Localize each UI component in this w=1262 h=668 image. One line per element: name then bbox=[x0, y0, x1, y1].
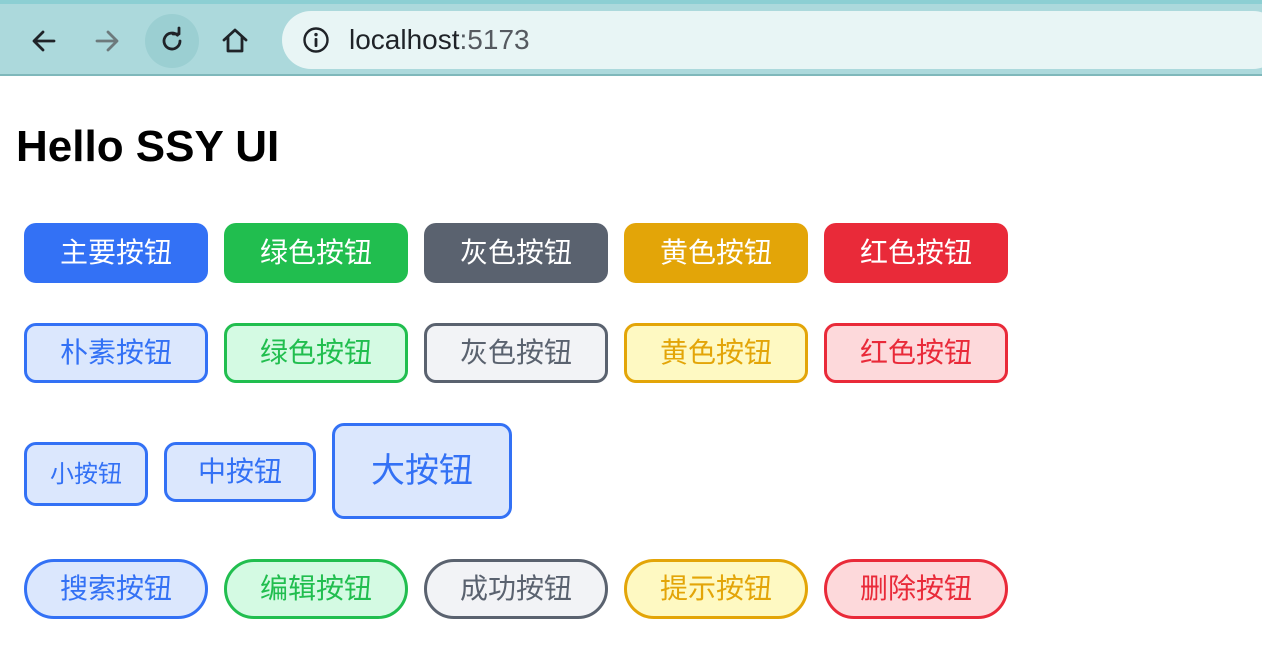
plain-danger-button[interactable]: 红色按钮 bbox=[824, 323, 1008, 383]
info-icon[interactable] bbox=[302, 26, 330, 54]
back-arrow-icon bbox=[32, 30, 56, 52]
warning-button[interactable]: 黄色按钮 bbox=[624, 223, 808, 283]
reload-icon bbox=[162, 26, 182, 51]
browser-toolbar: localhost:5173 bbox=[0, 0, 1262, 76]
forward-button[interactable] bbox=[80, 14, 134, 68]
plain-primary-button[interactable]: 朴素按钮 bbox=[24, 323, 208, 383]
success-round-button[interactable]: 成功按钮 bbox=[424, 559, 608, 619]
url-text: localhost:5173 bbox=[349, 24, 530, 56]
url-port: :5173 bbox=[459, 24, 530, 55]
url-host: localhost bbox=[349, 24, 460, 55]
info-button[interactable]: 灰色按钮 bbox=[424, 223, 608, 283]
large-button[interactable]: 大按钮 bbox=[332, 423, 512, 519]
reload-button[interactable] bbox=[145, 14, 199, 68]
address-bar[interactable]: localhost:5173 bbox=[282, 11, 1262, 69]
hint-button[interactable]: 提示按钮 bbox=[624, 559, 808, 619]
success-button[interactable]: 绿色按钮 bbox=[224, 223, 408, 283]
delete-button[interactable]: 删除按钮 bbox=[824, 559, 1008, 619]
home-icon bbox=[222, 28, 248, 53]
plain-warning-button[interactable]: 黄色按钮 bbox=[624, 323, 808, 383]
forward-arrow-icon bbox=[95, 30, 119, 52]
plain-info-button[interactable]: 灰色按钮 bbox=[424, 323, 608, 383]
search-button[interactable]: 搜索按钮 bbox=[24, 559, 208, 619]
medium-button[interactable]: 中按钮 bbox=[164, 442, 316, 502]
page-title: Hello SSY UI bbox=[16, 122, 280, 171]
primary-button[interactable]: 主要按钮 bbox=[24, 223, 208, 283]
danger-button[interactable]: 红色按钮 bbox=[824, 223, 1008, 283]
small-button[interactable]: 小按钮 bbox=[24, 442, 148, 506]
home-button[interactable] bbox=[208, 14, 262, 68]
back-button[interactable] bbox=[17, 14, 71, 68]
plain-success-button[interactable]: 绿色按钮 bbox=[224, 323, 408, 383]
edit-button[interactable]: 编辑按钮 bbox=[224, 559, 408, 619]
